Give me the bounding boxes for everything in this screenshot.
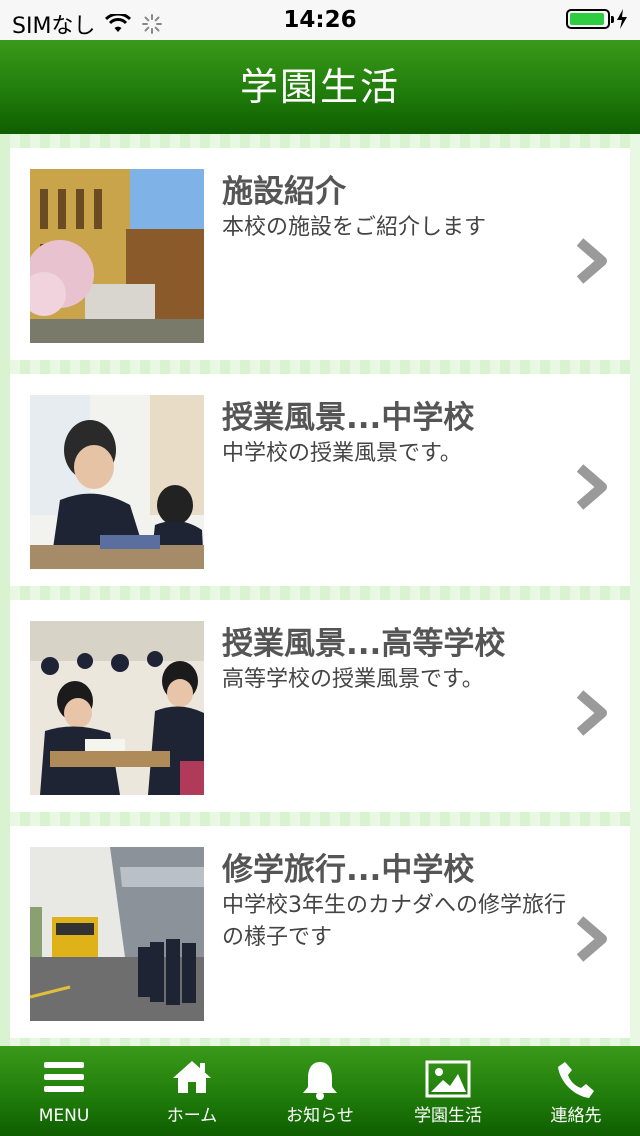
picture-icon — [425, 1060, 471, 1098]
charging-icon — [617, 9, 627, 29]
list-item-junior-high-classes[interactable]: 授業風景...中学校 中学校の授業風景です。 — [10, 374, 630, 586]
chevron-right-icon — [576, 238, 607, 284]
list-item-high-school-classes[interactable]: 授業風景...高等学校 高等学校の授業風景です。 — [10, 600, 630, 812]
nav-bar: 学園生活 — [0, 40, 640, 134]
school-trip-thumbnail — [30, 847, 204, 1021]
high-school-class-thumbnail — [30, 621, 204, 795]
phone-icon — [558, 1062, 594, 1098]
bell-icon — [303, 1062, 337, 1100]
tab-home[interactable]: ホーム — [128, 1046, 256, 1136]
chevron-right-icon — [576, 690, 607, 736]
tab-bar: MENU ホーム お知らせ 学園生活 連絡先 — [0, 1046, 640, 1136]
tab-contact[interactable]: 連絡先 — [512, 1046, 640, 1136]
school-building-thumbnail — [30, 169, 204, 343]
content-list: 施設紹介 本校の施設をご紹介します 授業風景...中学校 中学校の授業風景です。 — [0, 134, 640, 1046]
menu-icon — [44, 1062, 84, 1092]
tab-label: 連絡先 — [550, 1106, 602, 1126]
tab-school-life[interactable]: 学園生活 — [384, 1046, 512, 1136]
tab-news[interactable]: お知らせ — [256, 1046, 384, 1136]
item-description: 中学校3年生のカナダへの修学旅行の様子です — [222, 893, 566, 950]
tab-label: MENU — [38, 1106, 90, 1126]
item-description: 本校の施設をご紹介します — [222, 215, 487, 240]
tab-label: 学園生活 — [414, 1106, 482, 1126]
item-title: 施設紹介 — [222, 174, 346, 210]
chevron-right-icon — [576, 916, 607, 962]
item-title: 授業風景...中学校 — [222, 400, 475, 436]
tab-menu[interactable]: MENU — [0, 1046, 128, 1136]
status-bar: SIMなし 14:26 — [0, 0, 640, 40]
item-title: 授業風景...高等学校 — [222, 626, 506, 662]
item-description: 中学校の授業風景です。 — [222, 441, 462, 466]
list-item-facilities[interactable]: 施設紹介 本校の施設をご紹介します — [10, 148, 630, 360]
junior-high-class-thumbnail — [30, 395, 204, 569]
list-item-school-trip[interactable]: 修学旅行...中学校 中学校3年生のカナダへの修学旅行の様子です — [10, 826, 630, 1038]
battery-icon — [566, 9, 614, 29]
item-description: 高等学校の授業風景です。 — [222, 667, 484, 692]
status-right — [566, 9, 628, 29]
tab-label: ホーム — [166, 1106, 218, 1126]
tab-label: お知らせ — [286, 1106, 354, 1126]
item-title: 修学旅行...中学校 — [222, 852, 475, 888]
page-title: 学園生活 — [239, 65, 400, 109]
home-icon — [173, 1061, 211, 1093]
status-time: 14:26 — [283, 7, 357, 33]
chevron-right-icon — [576, 464, 607, 510]
